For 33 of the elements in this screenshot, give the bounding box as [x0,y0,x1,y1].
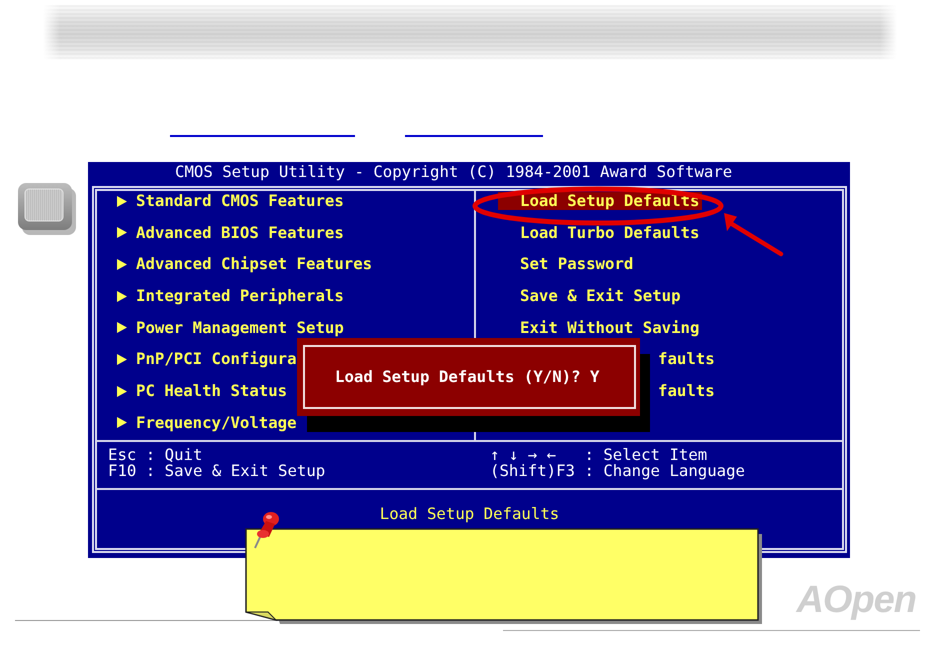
menu-item[interactable]: Power Management Setup [117,318,347,337]
triangle-icon [117,196,127,206]
triangle-icon [117,322,127,334]
menu-item[interactable]: faults [655,382,718,400]
menu-item[interactable]: Frequency/Voltage [117,414,300,432]
screen-title: CMOS Setup Utility - Copyright (C) 1984-2001 Award Software [175,163,732,180]
triangle-icon [117,417,127,428]
menu-item[interactable]: Advanced Chipset Features [117,255,376,274]
menu-item[interactable]: PC Health Status [117,382,290,400]
triangle-icon [117,227,127,238]
menu-item[interactable]: Integrated Peripherals [117,287,347,306]
help-text: (Shift)F3 : Change Language [490,463,746,479]
triangle-icon [117,258,127,270]
key-icon [18,183,76,235]
triangle-icon [117,354,127,365]
menu-item[interactable]: Standard CMOS Features [117,192,347,210]
status-text: Load Setup Defaults [380,505,560,523]
menu-item[interactable]: Save & Exit Setup [498,287,684,306]
menu-item[interactable]: PnP/PCI Configura [117,350,300,368]
pushpin-icon [253,511,281,549]
menu-item[interactable]: Exit Without Saving [498,318,702,337]
menu-item[interactable]: Load Setup Defaults [498,192,702,210]
menu-item[interactable]: Set Password [498,255,636,274]
triangle-icon [117,386,127,397]
menu-item[interactable]: Load Turbo Defaults [498,224,702,242]
dialog-prompt: Load Setup Defaults (Y/N)? Y [335,368,600,386]
help-text: F10 : Save & Exit Setup [108,463,326,479]
triangle-icon [117,290,127,302]
help-text: Esc : Quit [108,447,202,463]
help-text: ↑ ↓ → ← : Select Item [490,447,708,463]
menu-item[interactable]: Advanced BIOS Features [117,224,347,242]
menu-item[interactable]: faults [655,350,718,368]
pointer-arrow [724,213,784,256]
